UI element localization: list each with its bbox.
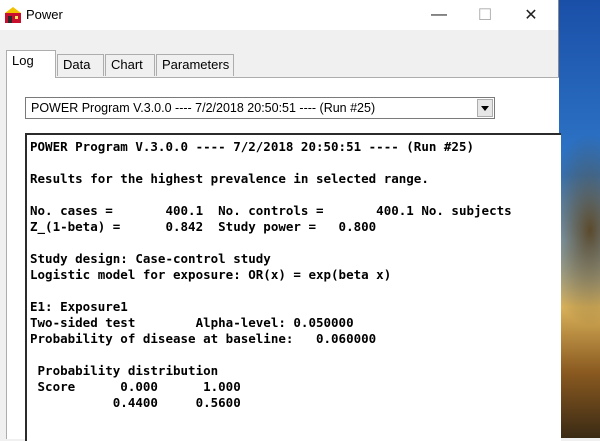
log-line: Two-sided test Alpha-level: 0.050000 (30, 315, 354, 330)
close-icon: ✕ (524, 7, 538, 24)
maximize-button[interactable]: ☐ (462, 0, 508, 30)
log-line: Probability distribution (30, 363, 219, 378)
title-bar[interactable]: Power — ☐ ✕ (0, 0, 558, 30)
log-line: Score 0.000 1.000 (30, 379, 241, 394)
log-line: No. cases = 400.1 No. controls = 400.1 N… (30, 203, 512, 218)
close-button[interactable]: ✕ (508, 0, 554, 30)
window-title: Power (26, 7, 63, 22)
log-line: POWER Program V.3.0.0 ---- 7/2/2018 20:5… (30, 139, 475, 154)
chevron-down-icon (481, 105, 489, 111)
run-select-value: POWER Program V.3.0.0 ---- 7/2/2018 20:5… (31, 101, 376, 115)
log-line: Logistic model for exposure: OR(x) = exp… (30, 267, 392, 282)
log-line: E1: Exposure1 (30, 299, 128, 314)
log-line: Probability of disease at baseline: 0.06… (30, 331, 377, 346)
run-select[interactable]: POWER Program V.3.0.0 ---- 7/2/2018 20:5… (25, 97, 495, 119)
log-line: 0.4400 0.5600 (30, 395, 241, 410)
tab-data[interactable]: Data (57, 54, 104, 76)
power-app-icon (5, 7, 21, 23)
tab-log[interactable]: Log (6, 50, 56, 78)
log-line: Z_(1-beta) = 0.842 Study power = 0.800 (30, 219, 377, 234)
minimize-icon: — (431, 6, 447, 23)
tab-parameters[interactable]: Parameters (156, 54, 234, 76)
minimize-button[interactable]: — (416, 0, 462, 30)
dropdown-button[interactable] (477, 99, 493, 117)
tab-strip: Log Data Chart Parameters (0, 30, 558, 82)
log-panel: POWER Program V.3.0.0 ---- 7/2/2018 20:5… (6, 77, 561, 441)
log-line: Study design: Case-control study (30, 251, 271, 266)
maximize-icon: ☐ (477, 7, 493, 24)
tab-chart[interactable]: Chart (105, 54, 155, 76)
log-line: Results for the highest prevalence in se… (30, 171, 429, 186)
power-window: Power — ☐ ✕ Log Data Chart Parameters PO… (0, 0, 561, 441)
log-output[interactable]: POWER Program V.3.0.0 ---- 7/2/2018 20:5… (25, 133, 561, 441)
